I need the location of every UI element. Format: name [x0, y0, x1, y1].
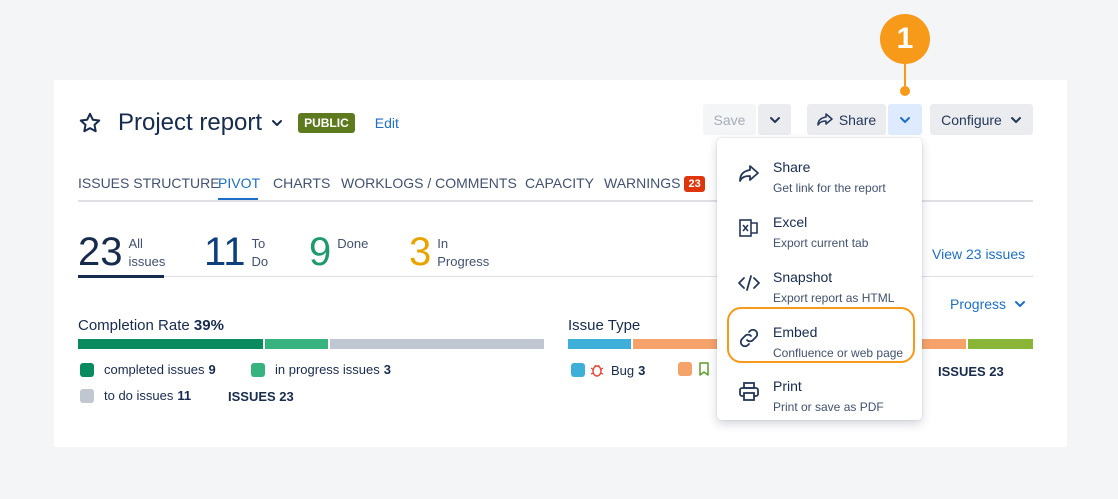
share-options-button[interactable] [888, 104, 922, 135]
legend-in-progress[interactable]: in progress issues 3 [251, 362, 391, 377]
issue-type-bar-segment[interactable] [968, 339, 1033, 349]
issue-type-issues-total: ISSUES 23 [938, 364, 1004, 379]
stat-label: All issues [128, 236, 166, 269]
tab-capacity[interactable]: CAPACITY [525, 175, 594, 191]
menu-item-title: Print [773, 378, 802, 394]
view-issues-link[interactable]: View 23 issues [932, 246, 1025, 262]
menu-item-subtitle: Export current tab [773, 236, 869, 250]
configure-label: Configure [941, 111, 1002, 128]
legend-bug[interactable]: Bug 3 [571, 362, 645, 378]
share-label: Share [838, 111, 877, 128]
active-stat-indicator [78, 275, 164, 278]
legend-swatch [571, 363, 585, 377]
issue-type-bar-bug[interactable] [568, 339, 631, 349]
menu-item-subtitle: Export report as HTML [773, 291, 895, 305]
step-number: 1 [896, 22, 914, 55]
tab-charts[interactable]: CHARTS [273, 175, 330, 191]
menu-item-title: Snapshot [773, 269, 833, 285]
tab-warnings[interactable]: WARNINGS 23 [604, 175, 705, 192]
chevron-down-icon [769, 116, 780, 123]
menu-item-title: Excel [773, 214, 808, 230]
completion-bar-in-progress[interactable] [265, 339, 328, 349]
save-label: Save [713, 111, 746, 128]
warnings-count-badge: 23 [684, 176, 705, 192]
embed-highlight-outline [727, 307, 915, 363]
progress-dropdown-label: Progress [950, 296, 1007, 312]
legend-completed[interactable]: completed issues 9 [80, 362, 216, 377]
menu-item-share[interactable]: Share Get link for the report [717, 146, 922, 200]
stat-label: To Do [251, 236, 269, 269]
stat-value: 11 [204, 230, 246, 274]
stat-label: In Progress [437, 236, 490, 269]
legend-swatch [80, 362, 94, 377]
chevron-down-icon [1015, 301, 1026, 307]
chevron-down-icon[interactable] [270, 116, 284, 130]
save-button[interactable]: Save [703, 104, 756, 135]
share-button[interactable]: Share [807, 104, 886, 135]
code-icon [738, 275, 760, 291]
share-arrow-icon [817, 112, 833, 126]
star-icon[interactable] [78, 111, 102, 135]
edit-link[interactable]: Edit [375, 115, 399, 131]
menu-item-subtitle: Get link for the report [773, 181, 886, 195]
menu-item-snapshot[interactable]: Snapshot Export report as HTML [717, 256, 922, 310]
stat-label: Done [337, 236, 369, 251]
share-arrow-icon [739, 165, 759, 182]
menu-item-excel[interactable]: Excel Export current tab [717, 201, 922, 255]
completion-issues-total: ISSUES 23 [228, 389, 294, 404]
menu-item-subtitle: Print or save as PDF [773, 400, 884, 414]
bug-icon [590, 364, 604, 377]
report-header: Project report PUBLIC Edit [78, 106, 399, 140]
menu-item-print[interactable]: Print Print or save as PDF [717, 365, 922, 419]
tab-worklogs-comments[interactable]: WORKLOGS / COMMENTS [341, 175, 517, 191]
save-options-button[interactable] [758, 104, 791, 135]
stat-value: 9 [309, 230, 332, 274]
issue-type-title: Issue Type [568, 317, 641, 334]
page-title: Project report [118, 109, 263, 136]
legend-story[interactable] [678, 362, 710, 376]
stat-done[interactable]: 9 Done [309, 230, 368, 274]
active-tab-indicator [218, 198, 258, 200]
legend-swatch [678, 362, 692, 376]
stat-value: 23 [78, 230, 123, 274]
progress-dropdown[interactable]: Progress [950, 296, 1026, 312]
bookmark-icon [699, 362, 709, 376]
chevron-down-icon [1010, 116, 1021, 123]
completion-bar-to-do[interactable] [330, 339, 544, 349]
issue-type-bar-segment[interactable] [922, 339, 966, 349]
tab-issues-structure[interactable]: ISSUES STRUCTURE [78, 175, 220, 191]
legend-swatch [80, 388, 94, 403]
completion-percent: 39% [193, 317, 224, 334]
stat-all-issues[interactable]: 23 All issues [78, 230, 165, 274]
tab-pivot[interactable]: PIVOT [218, 175, 260, 191]
legend-swatch [251, 362, 265, 377]
share-menu: Share Get link for the report Excel Expo… [717, 138, 922, 420]
configure-button[interactable]: Configure [930, 104, 1033, 135]
menu-item-title: Share [773, 159, 811, 175]
printer-icon [739, 382, 759, 401]
stat-in-progress[interactable]: 3 In Progress [409, 230, 489, 274]
step-connector-dot [900, 86, 910, 96]
stat-value: 3 [409, 230, 432, 274]
completion-rate-title: Completion Rate 39% [78, 317, 224, 334]
issue-type-bar-story[interactable] [633, 339, 723, 349]
step-connector-line [904, 64, 906, 86]
stat-to-do[interactable]: 11 To Do [204, 230, 268, 274]
step-marker: 1 [880, 14, 930, 64]
public-badge: PUBLIC [298, 113, 355, 133]
legend-to-do[interactable]: to do issues 11 [80, 388, 191, 403]
excel-icon [739, 219, 758, 237]
completion-bar-completed[interactable] [78, 339, 263, 349]
chevron-down-icon [900, 116, 910, 123]
tab-warnings-label: WARNINGS [604, 175, 681, 191]
